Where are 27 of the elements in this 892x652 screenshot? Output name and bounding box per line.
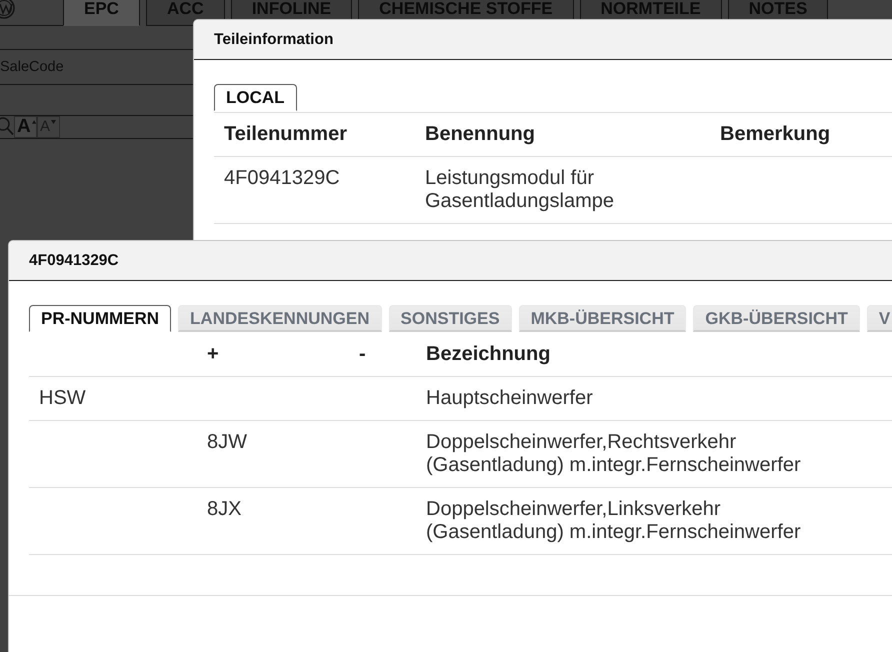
font-increase-button[interactable]: A <box>14 116 37 138</box>
table-cell: 8JW <box>197 420 349 488</box>
tab[interactable]: PR-NUMMERN <box>29 305 172 332</box>
tab[interactable]: LANDESKENNUNGEN <box>178 305 382 332</box>
table-cell: 8JX <box>197 488 349 554</box>
tab[interactable]: GKB-ÜBERSICHT <box>693 305 860 332</box>
table-cell: Hauptscheinwerfer <box>416 376 892 420</box>
column-header: Bemerkung <box>710 112 892 156</box>
dialog-title: Teileinformation <box>214 30 334 48</box>
tab[interactable]: SONSTIGES <box>388 305 512 332</box>
column-header: - <box>349 333 416 376</box>
table-cell: Doppelscheinwerfer,Rechtsverkehr (Gasentladung) m.integr.Fernscheinwerfer <box>416 420 892 488</box>
tab[interactable]: MKB-ÜBERSICHT <box>518 305 686 332</box>
dialog-title: 4F0941329C <box>29 252 119 270</box>
column-header: Benennung <box>415 112 710 156</box>
caret-down-icon <box>51 120 56 124</box>
caret-up-icon <box>32 120 36 124</box>
table-cell: Doppelscheinwerfer,Linksverkehr (Gasentladung) m.integr.Fernscheinwerfer <box>416 488 892 554</box>
table-cell: HSW <box>29 376 197 420</box>
table-cell: Leistungsmodul für Gasentladungslampe <box>415 156 710 224</box>
app-tab[interactable]: EPC <box>63 0 140 26</box>
column-header: Teilenummer <box>214 112 415 156</box>
column-header: + <box>197 333 349 376</box>
column-header: Bezeichnung <box>416 333 892 376</box>
tab[interactable]: LOCAL <box>214 84 297 111</box>
table-cell: 4F0941329C <box>214 156 415 224</box>
tab[interactable]: V <box>866 305 892 332</box>
